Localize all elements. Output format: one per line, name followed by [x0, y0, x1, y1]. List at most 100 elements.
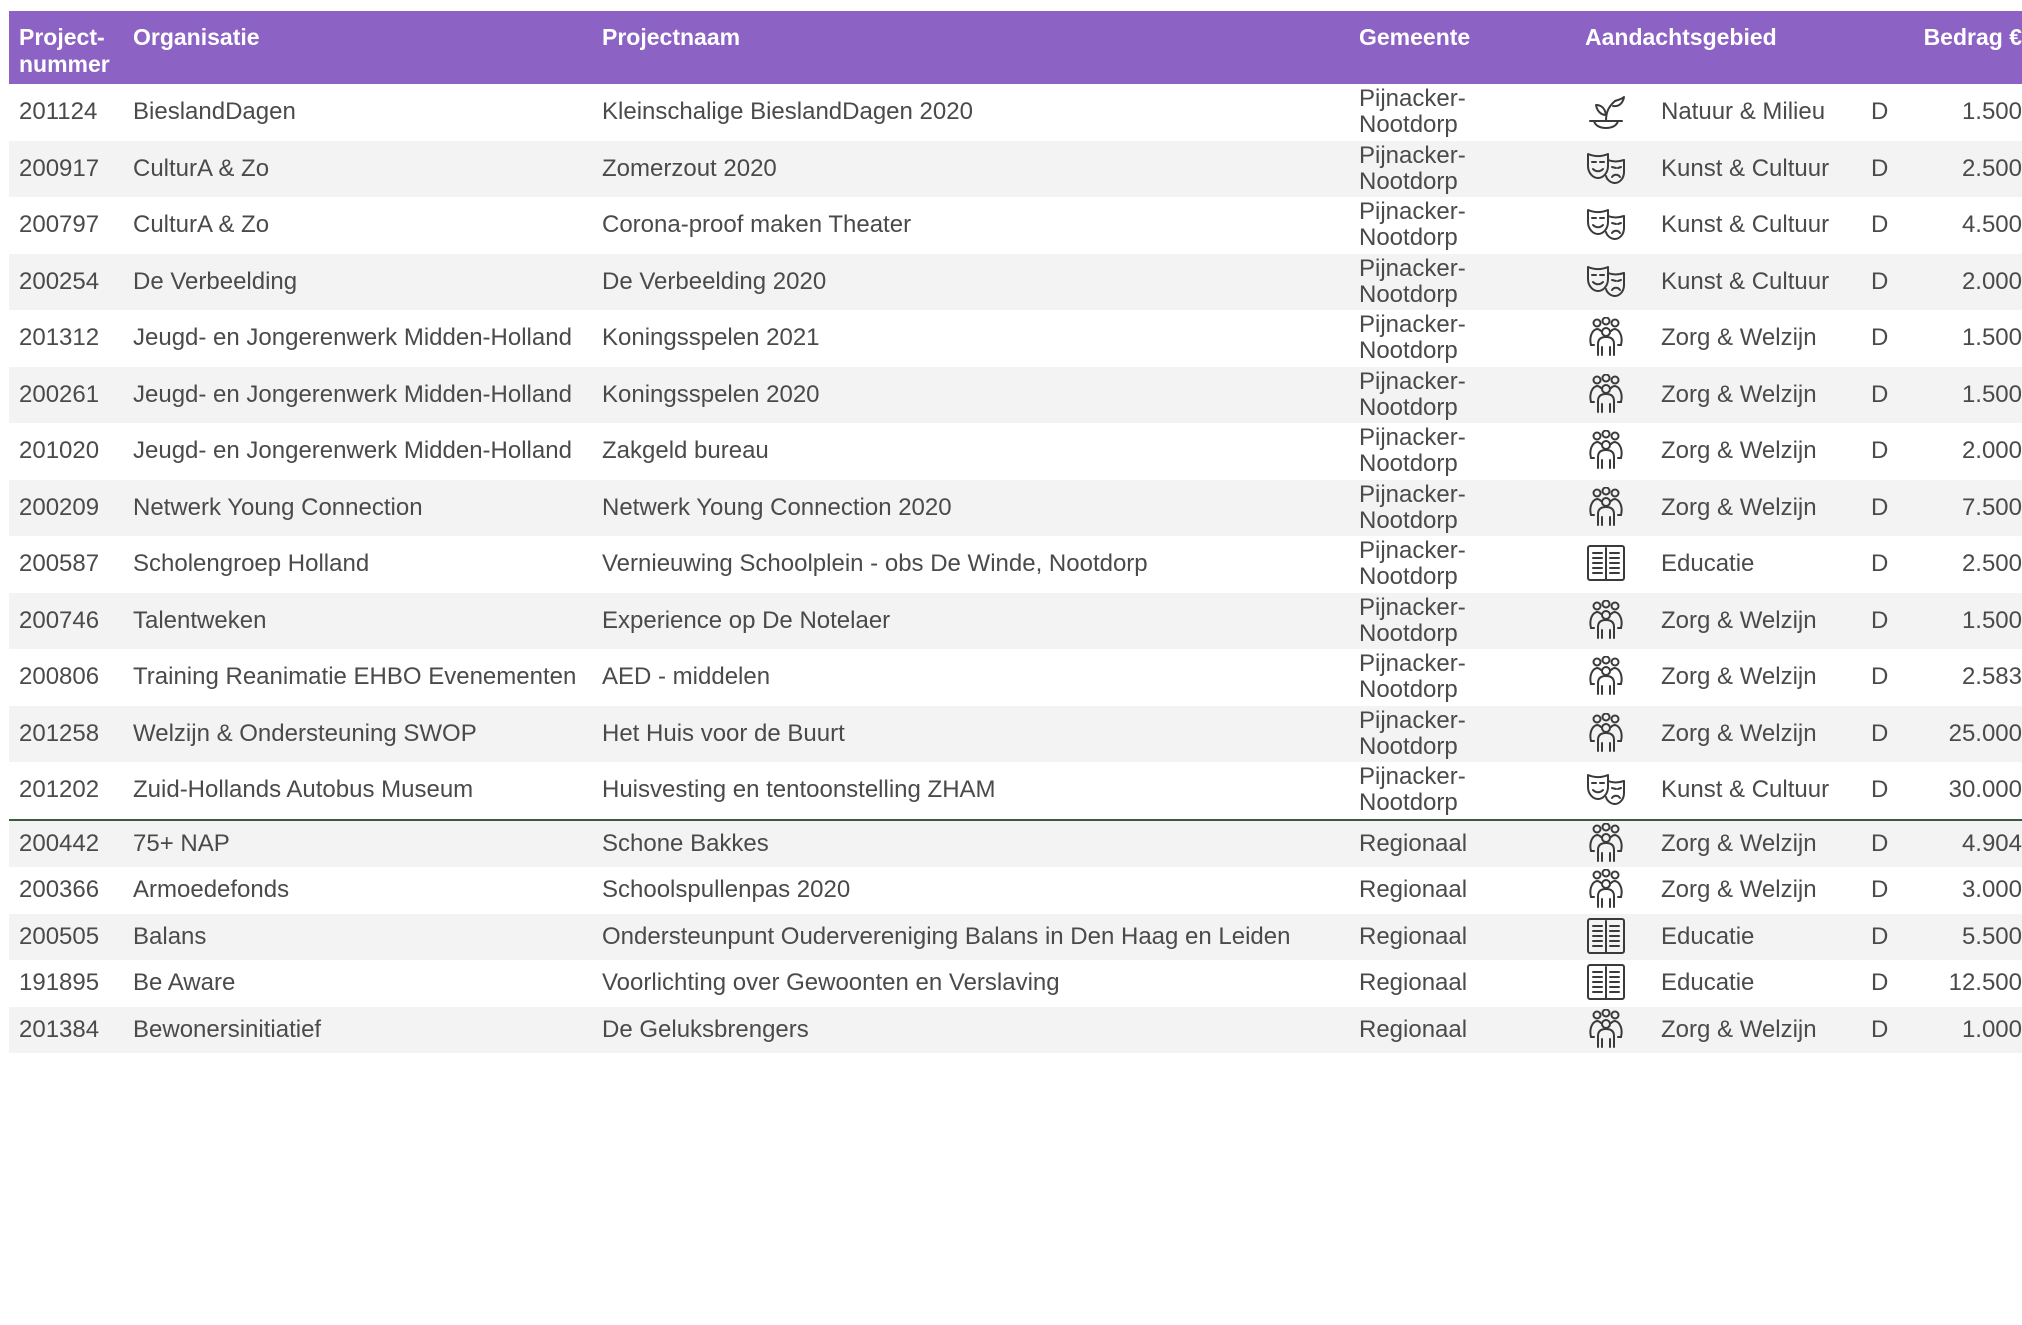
municipality: Pijnacker-Nootdorp [1359, 650, 1466, 704]
project-name: Vernieuwing Schoolplein - obs De Winde, … [602, 550, 1148, 578]
project-name: Huisvesting en tentoonstelling ZHAM [602, 776, 996, 804]
people-icon [1585, 706, 1635, 763]
type-code: D [1871, 324, 1889, 352]
theater-masks-icon [1585, 762, 1635, 819]
grants-table: Project- nummer Organisatie Projectnaam … [9, 11, 2022, 1053]
focus-area: Kunst & Cultuur [1661, 267, 1830, 295]
type-code: D [1871, 1015, 1889, 1043]
table-row: 200746 Talentweken Experience op De Notela… [9, 592, 2022, 649]
theater-masks-icon [1585, 141, 1635, 198]
project-number: 200366 [19, 876, 100, 904]
book-icon [1585, 914, 1635, 961]
focus-area: Kunst & Cultuur [1661, 211, 1830, 239]
project-name: Koningsspelen 2021 [602, 324, 820, 352]
table-row: 200797 CulturA & Zo Corona-proof maken The… [9, 197, 2022, 254]
project-name: Schone Bakkes [602, 829, 769, 857]
type-code: D [1871, 776, 1889, 804]
project-number: 201202 [19, 776, 100, 804]
municipality: Pijnacker-Nootdorp [1359, 85, 1466, 139]
project-number: 201312 [19, 324, 100, 352]
organisation: CulturA & Zo [133, 154, 270, 182]
amount: 2.000 [1961, 437, 2022, 465]
organisation: Training Reanimatie EHBO Evenementen [133, 663, 577, 691]
type-code: D [1871, 493, 1889, 521]
municipality: Pijnacker-Nootdorp [1359, 593, 1466, 647]
project-number: 200806 [19, 663, 100, 691]
focus-area: Zorg & Welzijn [1661, 324, 1817, 352]
table-row: 191895 Be Aware Voorlichting over Gewoonte… [9, 960, 2022, 1007]
type-code: D [1871, 829, 1889, 857]
table-row: 200587 Scholengroep Holland Vernieuwing Sc… [9, 536, 2022, 593]
project-number: 200505 [19, 922, 100, 950]
municipality: Regionaal [1359, 1015, 1468, 1043]
focus-area: Zorg & Welzijn [1661, 876, 1817, 904]
project-name: Netwerk Young Connection 2020 [602, 493, 952, 521]
organisation: Welzijn & Ondersteuning SWOP [133, 719, 477, 747]
table-row: 201124 BieslandDagen Kleinschalige Bieslan… [9, 84, 2022, 141]
municipality: Pijnacker-Nootdorp [1359, 480, 1466, 534]
people-icon [1585, 821, 1635, 868]
project-number: 200442 [19, 829, 100, 857]
table-row: 200505 Balans Ondersteunpunt Ouderverenigi… [9, 913, 2022, 961]
municipality: Pijnacker-Nootdorp [1359, 763, 1466, 817]
project-name: Koningsspelen 2020 [602, 380, 820, 408]
header-municipality: Gemeente [1359, 24, 1471, 50]
type-code: D [1871, 719, 1889, 747]
organisation: 75+ NAP [133, 829, 230, 857]
organisation: CulturA & Zo [133, 211, 270, 239]
municipality: Pijnacker-Nootdorp [1359, 254, 1466, 308]
header-project-number: Project- nummer [19, 24, 110, 77]
project-number: 201020 [19, 437, 100, 465]
municipality: Pijnacker-Nootdorp [1359, 367, 1466, 421]
project-number: 201384 [19, 1015, 100, 1043]
type-code: D [1871, 154, 1889, 182]
municipality: Regionaal [1359, 969, 1468, 997]
table-row: 201258 Welzijn & Ondersteuning SWOP Het Hu… [9, 705, 2022, 763]
type-code: D [1871, 267, 1889, 295]
amount: 1.500 [1961, 98, 2022, 126]
project-number: 200746 [19, 606, 100, 634]
type-code: D [1871, 876, 1889, 904]
amount: 3.000 [1961, 876, 2022, 904]
table-body: 201124 BieslandDagen Kleinschalige Bieslan… [9, 84, 2022, 1053]
plant-icon [1585, 84, 1635, 141]
header-organisation: Organisatie [133, 24, 260, 50]
book-icon [1585, 960, 1635, 1007]
people-icon [1585, 867, 1635, 914]
theater-masks-icon [1585, 197, 1635, 254]
project-name: De Geluksbrengers [602, 1015, 809, 1043]
table-row: 201020 Jeugd- en Jongerenwerk Midden-Holl… [9, 423, 2022, 480]
theater-masks-icon [1585, 254, 1635, 311]
project-name: Experience op De Notelaer [602, 606, 891, 634]
focus-area: Natuur & Milieu [1661, 98, 1826, 126]
municipality: Regionaal [1359, 876, 1468, 904]
people-icon [1585, 1007, 1635, 1054]
focus-area: Zorg & Welzijn [1661, 829, 1817, 857]
organisation: Armoedefonds [133, 876, 290, 904]
project-name: Kleinschalige BieslandDagen 2020 [602, 98, 973, 126]
focus-area: Zorg & Welzijn [1661, 663, 1817, 691]
amount: 2.500 [1961, 154, 2022, 182]
amount: 2.000 [1961, 267, 2022, 295]
organisation: Zuid-Hollands Autobus Museum [133, 776, 474, 804]
header-focus-area: Aandachtsgebied [1585, 24, 1777, 50]
focus-area: Kunst & Cultuur [1661, 776, 1830, 804]
organisation: BieslandDagen [133, 98, 296, 126]
organisation: Jeugd- en Jongerenwerk Midden-Holland [133, 324, 572, 352]
table-row: 200209 Netwerk Young Connection Netwerk Yo… [9, 479, 2022, 537]
type-code: D [1871, 98, 1889, 126]
municipality: Pijnacker-Nootdorp [1359, 706, 1466, 760]
type-code: D [1871, 969, 1889, 997]
municipality: Pijnacker-Nootdorp [1359, 311, 1466, 365]
amount: 30.000 [1948, 776, 2022, 804]
people-icon [1585, 480, 1635, 537]
focus-area: Kunst & Cultuur [1661, 154, 1830, 182]
organisation: Scholengroep Holland [133, 550, 370, 578]
focus-area: Educatie [1661, 922, 1755, 950]
organisation: Balans [133, 922, 207, 950]
focus-area: Zorg & Welzijn [1661, 1015, 1817, 1043]
amount: 12.500 [1948, 969, 2022, 997]
project-number: 200261 [19, 380, 100, 408]
project-name: Corona-proof maken Theater [602, 211, 912, 239]
type-code: D [1871, 550, 1889, 578]
